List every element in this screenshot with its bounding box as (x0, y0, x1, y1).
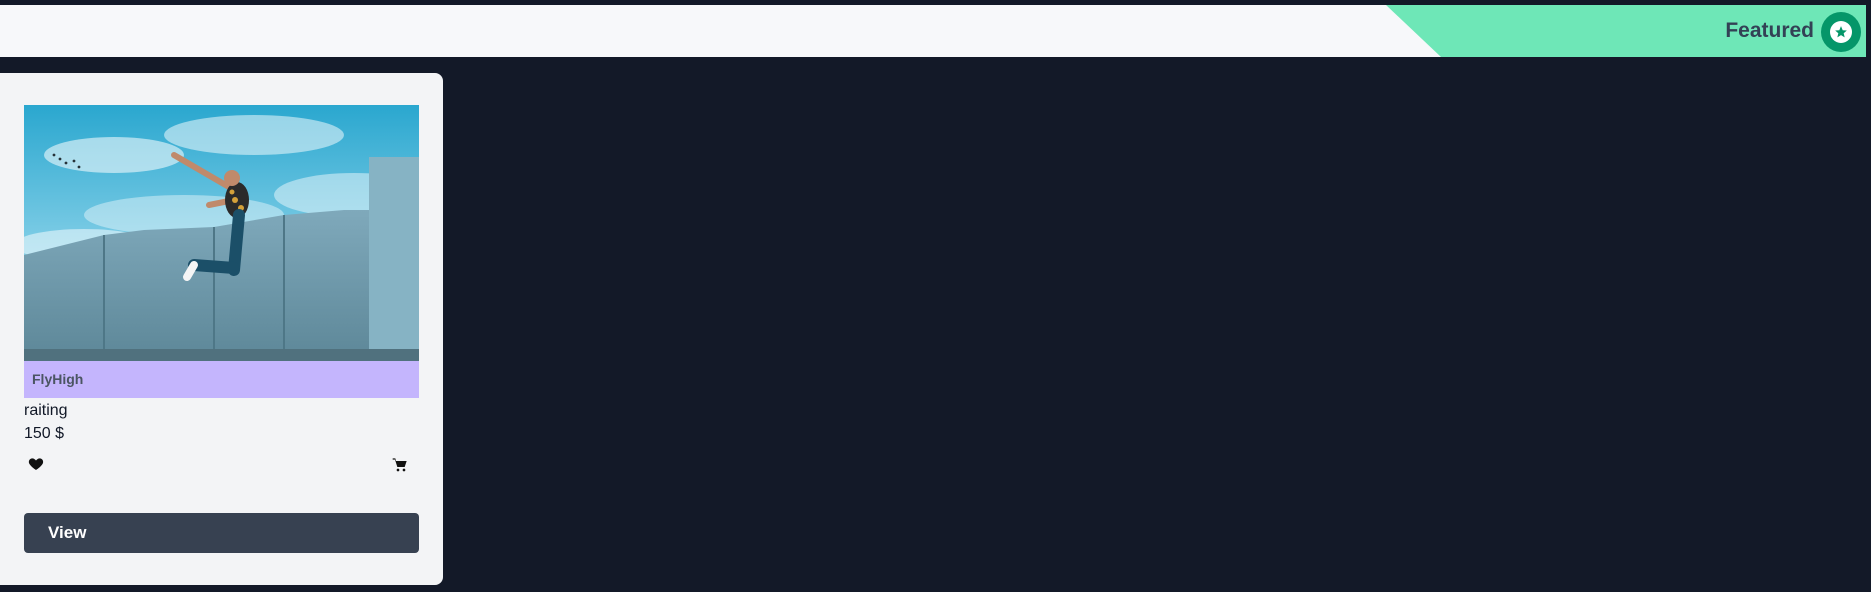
price-label: 150 $ (24, 425, 65, 442)
view-button[interactable]: View (24, 513, 419, 553)
product-photo-jumping-man (24, 105, 419, 361)
featured-label: Featured (1725, 19, 1814, 42)
add-to-cart-button[interactable] (392, 457, 414, 479)
rating-label: raiting (24, 402, 68, 419)
product-tag: FlyHigh (24, 361, 419, 398)
shopping-cart-icon (392, 458, 407, 472)
favorite-button[interactable] (28, 456, 52, 480)
star-icon (1835, 26, 1847, 38)
product-card: FlyHigh raiting 150 $ View (0, 73, 443, 585)
product-image[interactable] (24, 105, 419, 361)
featured-badge (1821, 12, 1861, 52)
heart-icon (28, 458, 44, 470)
badge-inner (1830, 21, 1852, 43)
top-banner: Featured (0, 5, 1866, 57)
